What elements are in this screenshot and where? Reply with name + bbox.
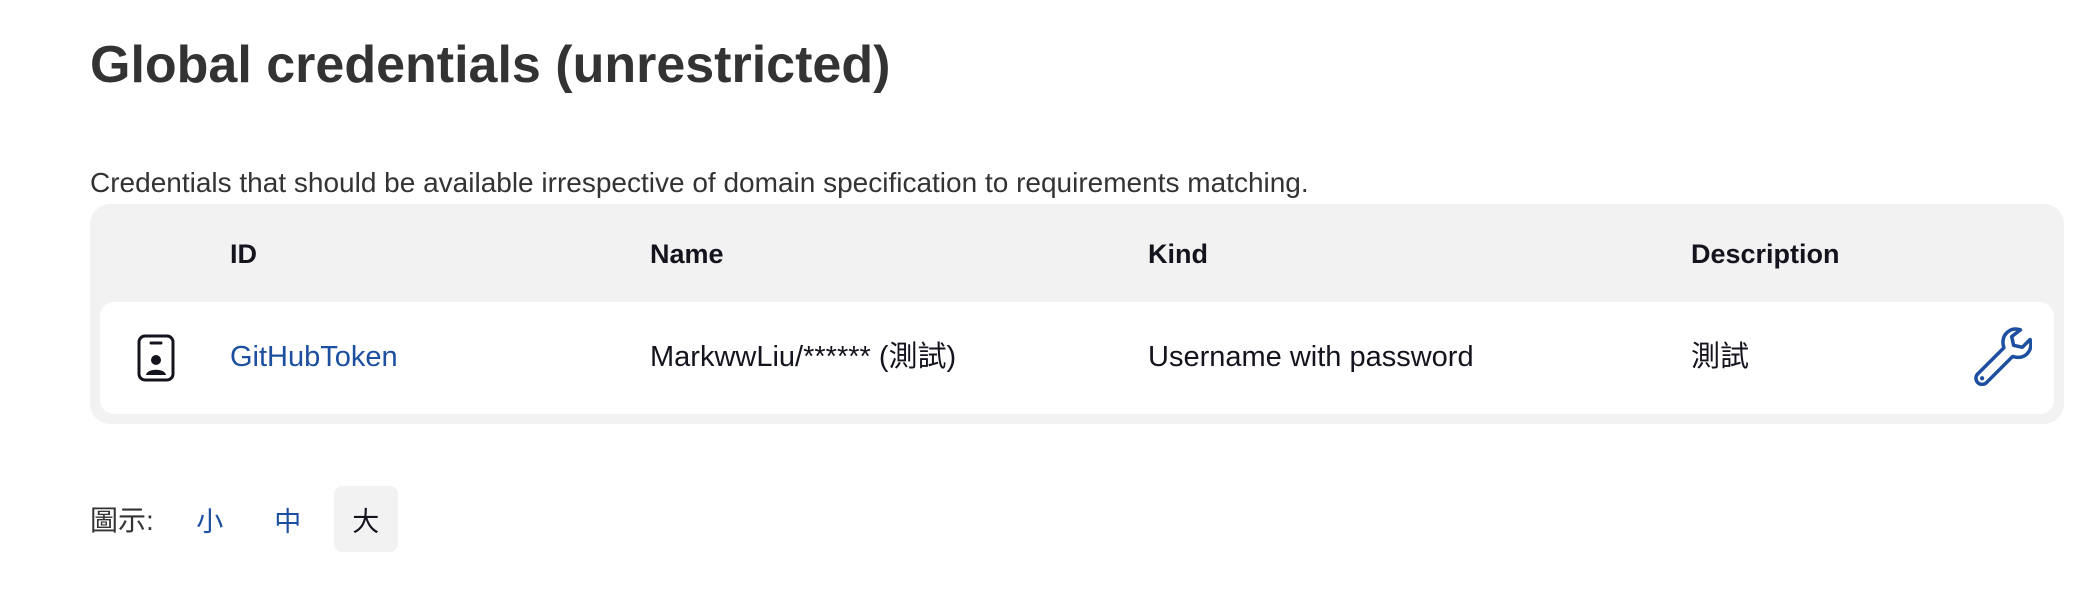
column-header-id[interactable]: ID	[230, 238, 257, 270]
credential-name-cell: MarkwwLiu/****** (測試)	[650, 341, 957, 373]
page-description: Credentials that should be available irr…	[90, 167, 1309, 198]
icon-size-label: 圖示:	[90, 505, 154, 536]
column-header-description[interactable]: Description	[1691, 238, 1840, 270]
icon-size-small-button[interactable]: 小	[178, 486, 242, 552]
wrench-icon[interactable]	[1970, 324, 2032, 386]
credential-description-cell: 測試	[1691, 341, 1750, 373]
credentials-table: ID Name Kind Description GitHubToken Mar…	[90, 204, 2064, 424]
icon-size-medium-button[interactable]: 中	[256, 486, 320, 552]
credential-id-cell: GitHubToken	[230, 340, 398, 375]
column-header-kind[interactable]: Kind	[1148, 238, 1208, 270]
page-title: Global credentials (unrestricted)	[90, 36, 891, 94]
icon-size-large-button[interactable]: 大	[333, 486, 398, 552]
column-header-name[interactable]: Name	[650, 238, 724, 270]
credential-card-icon	[137, 334, 175, 382]
icon-size-selector: 圖示: 小 中 大	[90, 486, 412, 552]
credential-id-link[interactable]: GitHubToken	[230, 341, 398, 373]
table-row: GitHubToken MarkwwLiu/****** (測試) Userna…	[100, 302, 2054, 414]
credential-kind-cell: Username with password	[1148, 341, 1474, 373]
